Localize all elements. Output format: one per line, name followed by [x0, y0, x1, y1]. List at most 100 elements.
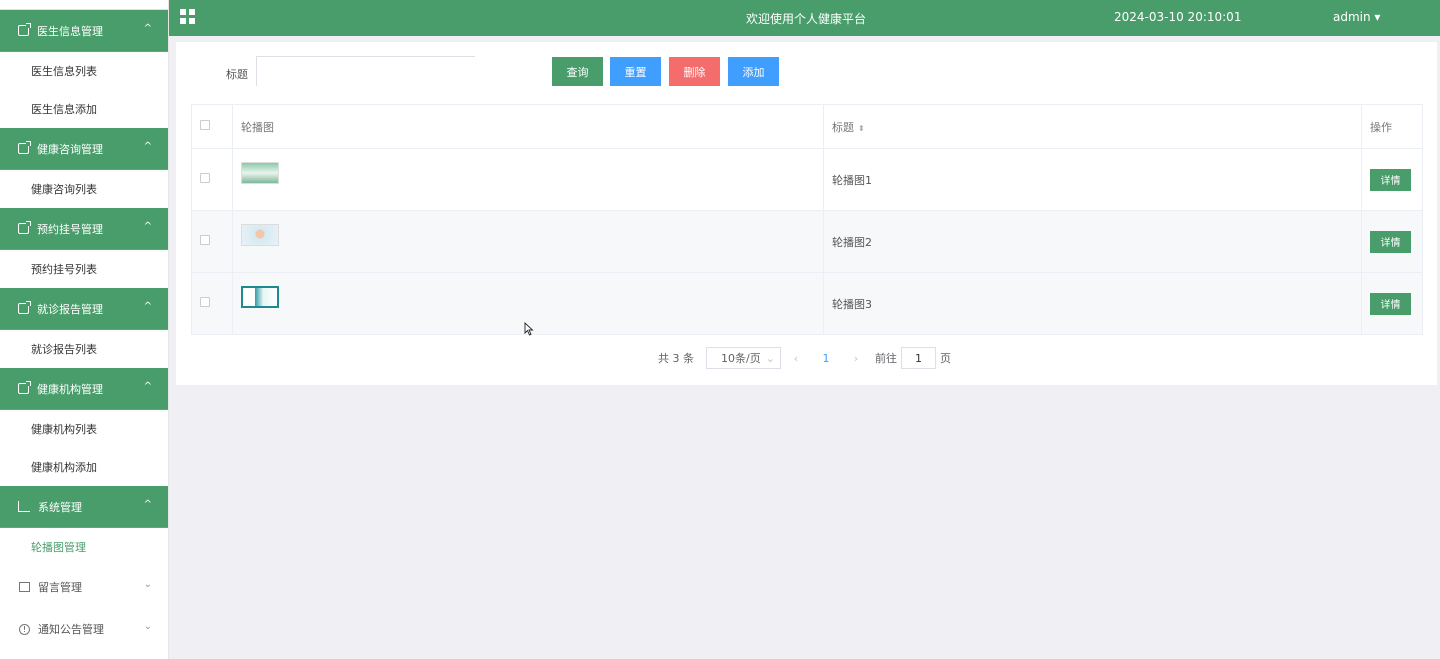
- column-header-label: 标题: [832, 120, 854, 134]
- chevron-down-icon: ⌄: [765, 351, 775, 365]
- edit-icon: [18, 23, 31, 36]
- search-label: 标题: [226, 68, 248, 81]
- menu-group-label: 通知公告管理: [38, 623, 104, 636]
- goto-page-input[interactable]: [901, 347, 936, 369]
- table-row: 轮播图3 详情: [191, 272, 1423, 335]
- goto-prefix: 前往: [875, 352, 897, 365]
- chevron-up-icon: ^: [143, 381, 152, 392]
- carousel-thumbnail[interactable]: [241, 285, 279, 308]
- column-header: 轮播图: [232, 104, 824, 149]
- select-all-cell: [191, 104, 233, 149]
- sort-icon[interactable]: ⬍: [858, 124, 865, 133]
- info-icon: !: [19, 623, 30, 635]
- select-all-checkbox[interactable]: [200, 120, 210, 130]
- query-button[interactable]: 查询: [552, 57, 603, 86]
- detail-button[interactable]: 详情: [1370, 292, 1411, 315]
- thumbnail-cell: [232, 210, 824, 273]
- menu-group-label: 留言管理: [38, 581, 82, 594]
- add-button[interactable]: 添加: [728, 57, 779, 86]
- sidebar-item-appointment-list[interactable]: 预约挂号列表: [0, 250, 168, 288]
- edit-icon: [18, 301, 31, 314]
- reset-button[interactable]: 重置: [610, 57, 661, 86]
- edit-icon: [18, 381, 31, 394]
- page-size-select[interactable]: 10条/页 ⌄: [706, 347, 781, 369]
- sidebar-item-doctor-add[interactable]: 医生信息添加: [0, 90, 168, 128]
- row-checkbox[interactable]: [200, 235, 210, 245]
- search-input[interactable]: [256, 56, 475, 86]
- row-select-cell: [191, 148, 233, 211]
- prev-page-icon[interactable]: ‹: [781, 352, 811, 365]
- title-cell: 轮播图3: [823, 272, 1362, 335]
- title-cell: 轮播图2: [823, 210, 1362, 273]
- thumbnail-cell: [232, 148, 824, 211]
- chevron-down-icon: ⌄: [143, 621, 152, 632]
- app-title: 欢迎使用个人健康平台: [746, 12, 867, 26]
- data-table: 轮播图 标题 ⬍ 操作 轮播图1 详情 轮播图2 详情 轮播图3 详情: [191, 104, 1423, 335]
- table-row: 轮播图1 详情: [191, 148, 1423, 211]
- table-row: 轮播图2 详情: [191, 210, 1423, 273]
- sidebar-item-doctor-list[interactable]: 医生信息列表: [0, 52, 168, 90]
- page-number[interactable]: 1: [811, 352, 841, 365]
- chevron-up-icon: ^: [143, 221, 152, 232]
- pagination: 共 3 条 10条/页 ⌄ ‹ 1 › 前往 页: [658, 346, 951, 370]
- column-header: 操作: [1361, 104, 1423, 149]
- menu-group-institution[interactable]: 健康机构管理 ^: [0, 368, 168, 410]
- table-header-row: 轮播图 标题 ⬍ 操作: [191, 104, 1423, 149]
- menu-group-label: 预约挂号管理: [37, 222, 103, 236]
- edit-icon: [18, 221, 31, 234]
- menu-group-label: 就诊报告管理: [37, 302, 103, 316]
- title-cell: 轮播图1: [823, 148, 1362, 211]
- sidebar-top-strip: [0, 0, 168, 10]
- page-size-value: 10条/页: [721, 352, 761, 365]
- row-checkbox[interactable]: [200, 297, 210, 307]
- sidebar-item-institution-list[interactable]: 健康机构列表: [0, 410, 168, 448]
- detail-button[interactable]: 详情: [1370, 230, 1411, 253]
- row-select-cell: [191, 210, 233, 273]
- menu-group-appointment[interactable]: 预约挂号管理 ^: [0, 208, 168, 250]
- carousel-thumbnail[interactable]: [241, 223, 279, 246]
- detail-button[interactable]: 详情: [1370, 168, 1411, 191]
- column-header-sortable[interactable]: 标题 ⬍: [823, 104, 1362, 149]
- main-card: 标题 查询 重置 删除 添加 轮播图 标题 ⬍ 操作 轮播图1 详情 轮播图2 …: [176, 42, 1437, 385]
- menu-group-label: 系统管理: [38, 500, 82, 514]
- mouse-cursor-icon: [524, 322, 534, 336]
- sidebar-item-institution-add[interactable]: 健康机构添加: [0, 448, 168, 486]
- menu-group-system[interactable]: 系统管理 ^: [0, 486, 168, 528]
- row-checkbox[interactable]: [200, 173, 210, 183]
- menu-group-label: 健康咨询管理: [37, 142, 103, 156]
- menu-group-message[interactable]: 留言管理 ⌄: [0, 566, 168, 608]
- menu-grid-icon[interactable]: [180, 9, 195, 24]
- chevron-up-icon: ^: [143, 23, 152, 34]
- next-page-icon[interactable]: ›: [841, 352, 871, 365]
- delete-button[interactable]: 删除: [669, 57, 720, 86]
- datetime: 2024-03-10 20:10:01: [1114, 10, 1242, 24]
- menu-group-doctor[interactable]: 医生信息管理 ^: [0, 10, 168, 52]
- chevron-down-icon: ⌄: [143, 579, 152, 590]
- total-count: 共 3 条: [658, 352, 694, 365]
- picture-icon: [19, 582, 30, 592]
- chevron-up-icon: ^: [143, 301, 152, 312]
- carousel-thumbnail[interactable]: [241, 161, 279, 184]
- username: admin: [1333, 10, 1371, 24]
- chart-icon: [18, 501, 30, 512]
- edit-icon: [18, 141, 31, 154]
- menu-group-label: 健康机构管理: [37, 382, 103, 396]
- chevron-up-icon: ^: [143, 499, 152, 510]
- sidebar-item-report-list[interactable]: 就诊报告列表: [0, 330, 168, 368]
- action-cell: 详情: [1361, 148, 1423, 211]
- goto-suffix: 页: [940, 352, 951, 365]
- top-header: 欢迎使用个人健康平台 2024-03-10 20:10:01 admin ▾: [169, 0, 1440, 36]
- menu-group-label: 医生信息管理: [37, 24, 103, 38]
- action-cell: 详情: [1361, 210, 1423, 273]
- action-cell: 详情: [1361, 272, 1423, 335]
- chevron-down-icon: ▾: [1370, 10, 1381, 24]
- menu-group-report[interactable]: 就诊报告管理 ^: [0, 288, 168, 330]
- sidebar-item-consult-list[interactable]: 健康咨询列表: [0, 170, 168, 208]
- sidebar: 医生信息管理 ^ 医生信息列表 医生信息添加 健康咨询管理 ^ 健康咨询列表 预…: [0, 0, 169, 659]
- row-select-cell: [191, 272, 233, 335]
- user-menu[interactable]: admin ▾: [1333, 10, 1380, 24]
- sidebar-item-carousel[interactable]: 轮播图管理: [0, 528, 168, 566]
- chevron-up-icon: ^: [143, 141, 152, 152]
- menu-group-notice[interactable]: ! 通知公告管理 ⌄: [0, 608, 168, 650]
- menu-group-consult[interactable]: 健康咨询管理 ^: [0, 128, 168, 170]
